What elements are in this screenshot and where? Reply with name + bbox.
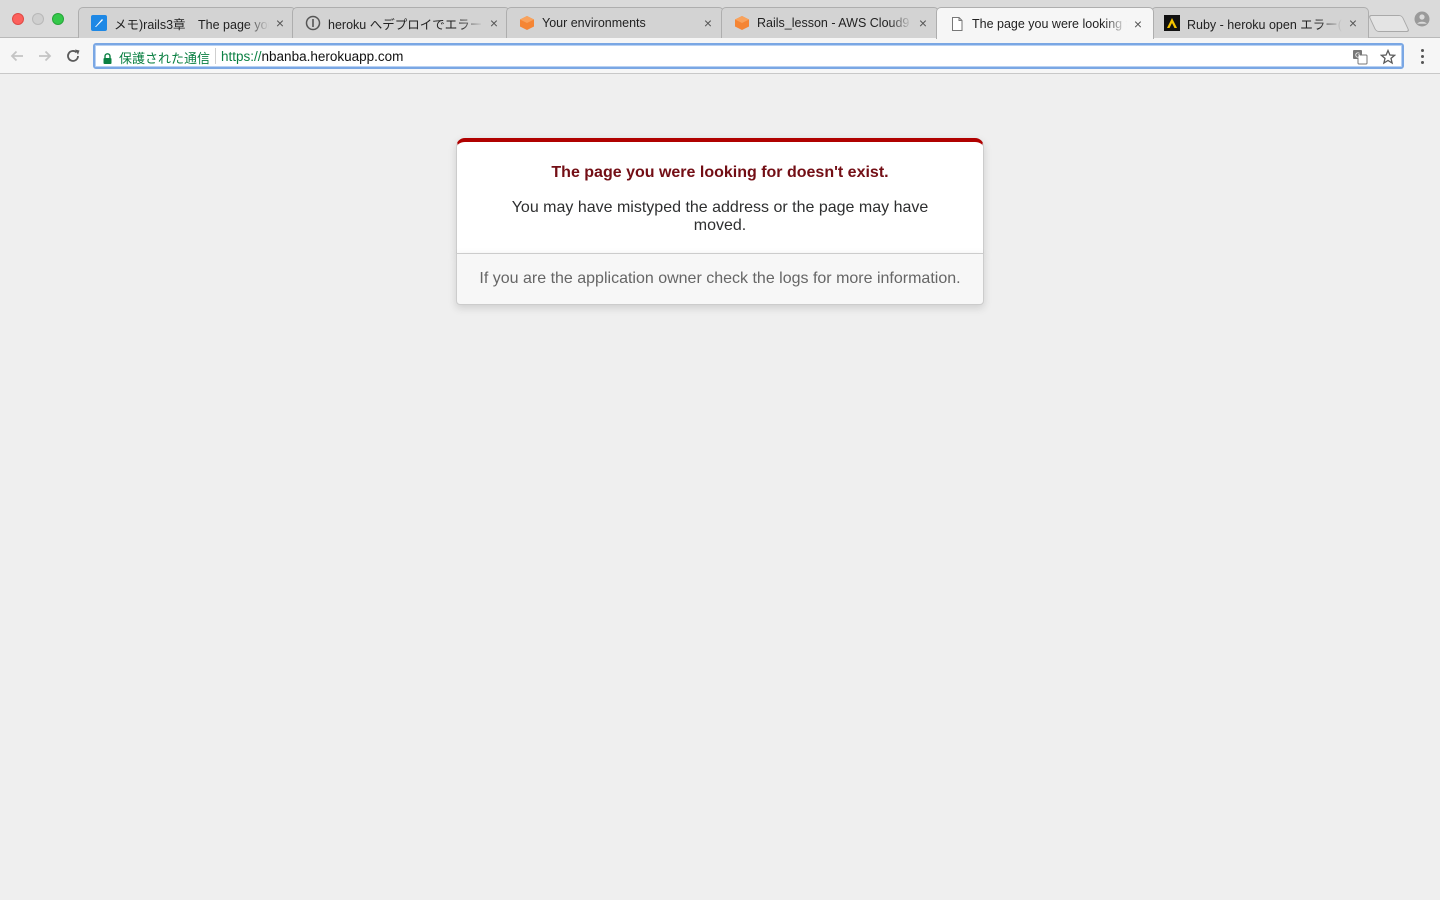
new-tab-button[interactable] [1368, 15, 1410, 32]
browser-tab[interactable]: heroku へデプロイでエラー「The page you were looki… [292, 7, 510, 38]
arrow-left-icon [10, 50, 23, 62]
secure-label: 保護された通信 [119, 50, 211, 66]
cloud9-cube-icon [519, 15, 535, 31]
profile-icon[interactable] [1414, 11, 1430, 27]
info-circle-icon [305, 15, 321, 31]
menu-dot [1420, 60, 1424, 64]
menu-dot [1420, 48, 1424, 52]
teratail-icon [1164, 15, 1180, 31]
translate-icon[interactable]: G [1351, 48, 1369, 66]
lock-icon [103, 52, 112, 64]
tab-close-icon[interactable]: × [916, 15, 930, 31]
error-message: You may have mistyped the address or the… [511, 199, 929, 234]
browser-tab[interactable]: Rails_lesson - AWS Cloud9 × [721, 7, 939, 38]
url-host: nbanba.herokuapp.com [261, 49, 404, 64]
window-fullscreen-button[interactable] [52, 13, 64, 25]
tab-close-icon[interactable]: × [487, 15, 501, 31]
tab-title: Ruby - heroku open エラー(1) - teratail [1187, 17, 1342, 32]
reload-icon [67, 49, 80, 62]
secure-indicator[interactable]: 保護された通信 [103, 48, 210, 66]
browser-tab-active[interactable]: The page you were looking for doesn't ex… [936, 7, 1154, 39]
tab-close-icon[interactable]: × [1346, 15, 1360, 31]
page-content: The page you were looking for doesn't ex… [0, 75, 1440, 900]
address-bar[interactable]: 保護された通信 https://nbanba.herokuapp.com G [93, 43, 1404, 69]
error-dialog: The page you were looking for doesn't ex… [456, 138, 984, 305]
browser-tab[interactable]: Your environments × [506, 7, 724, 38]
reload-button[interactable] [63, 46, 83, 66]
error-dialog-footer: If you are the application owner check t… [456, 253, 984, 305]
document-icon [949, 16, 965, 32]
url-text[interactable]: https://nbanba.herokuapp.com [221, 49, 403, 64]
tab-close-icon[interactable]: × [273, 15, 287, 31]
owner-hint-text: If you are the application owner check t… [479, 270, 961, 287]
window-close-button[interactable] [12, 13, 24, 25]
arrow-right-icon [39, 50, 52, 62]
tab-close-icon[interactable]: × [701, 15, 715, 31]
browser-toolbar: 保護された通信 https://nbanba.herokuapp.com G [0, 38, 1440, 74]
window-minimize-button[interactable] [32, 13, 44, 25]
omnibox-divider [215, 48, 216, 64]
url-scheme: https:// [221, 49, 262, 64]
tab-close-icon[interactable]: × [1131, 16, 1145, 32]
cloud9-cube-icon [734, 15, 750, 31]
error-heading: The page you were looking for doesn't ex… [551, 164, 889, 181]
browser-tab[interactable]: Ruby - heroku open エラー(1) - teratail × [1151, 7, 1369, 38]
svg-text:G: G [1355, 52, 1360, 60]
forward-button[interactable] [35, 46, 55, 66]
back-button[interactable] [7, 46, 27, 66]
tab-title: Your environments [542, 16, 646, 30]
tab-title: The page you were looking for doesn't ex… [972, 16, 1127, 31]
error-dialog-body: The page you were looking for doesn't ex… [456, 138, 984, 253]
tab-title: heroku へデプロイでエラー「The page you were looki… [328, 17, 483, 32]
browser-tab[interactable]: メモ)rails3章 The page you were looking for… [78, 7, 296, 38]
menu-dot [1420, 54, 1424, 58]
tab-title: Rails_lesson - AWS Cloud9 [757, 16, 910, 30]
bookmark-star-icon[interactable] [1379, 48, 1397, 66]
tab-strip: メモ)rails3章 The page you were looking for… [0, 0, 1440, 39]
browser-menu-button[interactable] [1412, 46, 1432, 66]
tab-title: メモ)rails3章 The page you were looking for… [114, 17, 269, 32]
feather-icon [91, 15, 107, 31]
